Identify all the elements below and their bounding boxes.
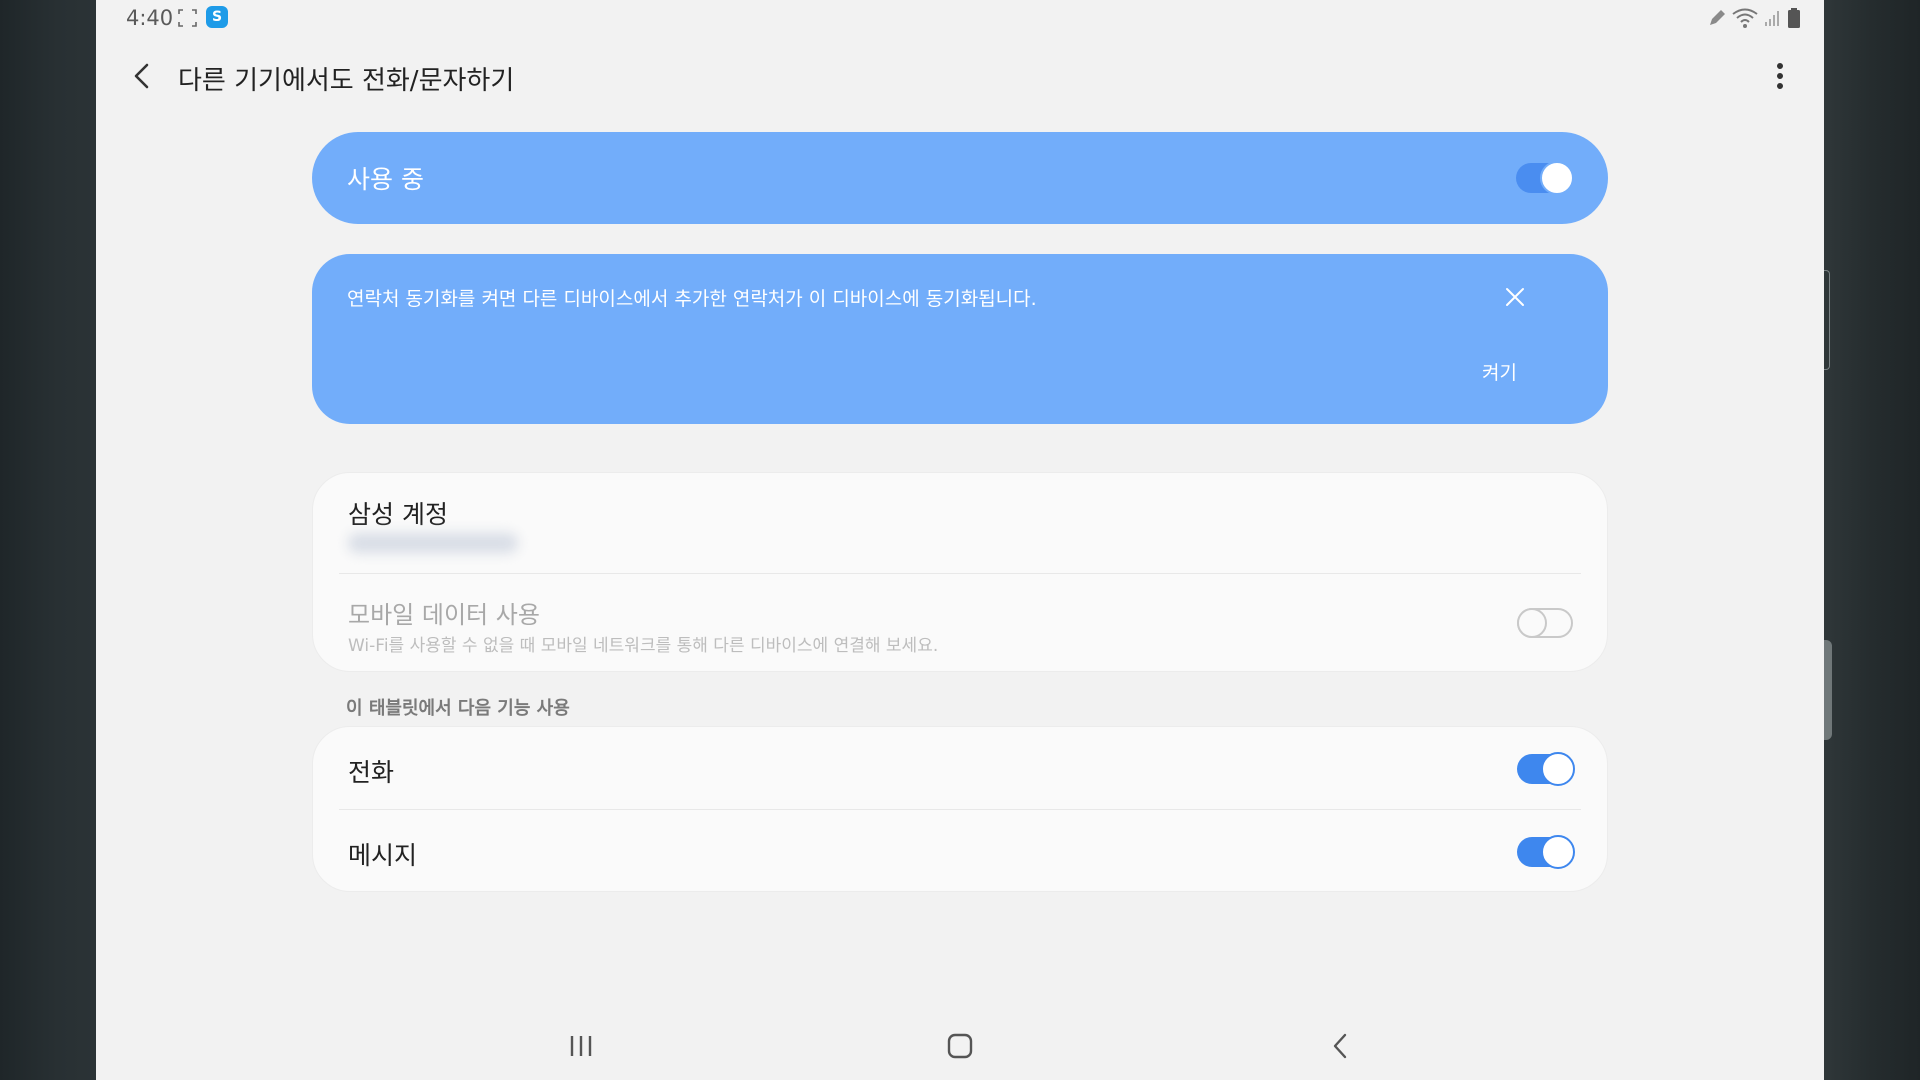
close-icon — [1506, 288, 1524, 306]
back-button[interactable] — [124, 58, 160, 94]
device-bezel-left — [0, 0, 96, 1080]
back-arrow-icon — [134, 63, 149, 89]
mobile-data-row[interactable]: 모바일 데이터 사용 Wi-Fi를 사용할 수 없을 때 모바일 네트워크를 통… — [313, 574, 1609, 673]
screen: 4:40 S 다른 기기에서도 전화/문자하기 사용 중 연락처 동기화를 켜면… — [96, 0, 1824, 1080]
toggle-knob — [1541, 752, 1575, 786]
more-vertical-icon — [1777, 63, 1783, 89]
home-icon — [947, 1033, 973, 1059]
recents-button[interactable] — [561, 1026, 601, 1066]
navigation-bar — [96, 1010, 1824, 1080]
feature-row-messages[interactable]: 메시지 — [313, 810, 1609, 893]
pen-icon — [1708, 9, 1726, 27]
side-key — [1824, 270, 1830, 370]
status-icons — [1708, 6, 1800, 30]
calls-toggle[interactable] — [1517, 752, 1575, 786]
s-app-icon: S — [206, 6, 228, 28]
device-bezel-right — [1824, 0, 1920, 1080]
side-key-lower — [1824, 640, 1832, 740]
messages-toggle[interactable] — [1517, 835, 1575, 869]
notice-turn-on-button[interactable]: 켜기 — [1482, 358, 1517, 385]
mobile-data-title: 모바일 데이터 사용 — [348, 601, 540, 629]
signal-icon — [1764, 9, 1782, 27]
toggle-knob — [1517, 608, 1547, 638]
wifi-icon — [1732, 8, 1758, 28]
mobile-data-toggle[interactable] — [1517, 608, 1573, 638]
feature-label-messages: 메시지 — [348, 841, 418, 870]
toggle-knob — [1541, 835, 1575, 869]
contact-sync-notice: 연락처 동기화를 켜면 다른 디바이스에서 추가한 연락처가 이 디바이스에 동… — [312, 254, 1608, 424]
master-switch-toggle[interactable] — [1516, 161, 1574, 195]
samsung-account-row[interactable]: 삼성 계정 — [313, 473, 1609, 573]
battery-icon — [1788, 8, 1800, 28]
features-card: 전화 메시지 — [312, 726, 1608, 892]
section-header-features: 이 태블릿에서 다음 기능 사용 — [346, 698, 570, 719]
status-time: 4:40 — [126, 6, 174, 30]
screenshot-icon — [178, 8, 197, 27]
account-email-blurred — [348, 533, 518, 553]
page-title: 다른 기기에서도 전화/문자하기 — [178, 66, 515, 96]
nav-back-button[interactable] — [1320, 1026, 1360, 1066]
home-button[interactable] — [940, 1026, 980, 1066]
master-switch-label: 사용 중 — [347, 165, 424, 194]
status-bar: 4:40 S — [96, 0, 1824, 36]
more-options-button[interactable] — [1762, 58, 1798, 94]
app-bar: 다른 기기에서도 전화/문자하기 — [96, 44, 1824, 108]
back-icon — [1333, 1033, 1347, 1059]
samsung-account-title: 삼성 계정 — [348, 500, 448, 529]
feature-label-calls: 전화 — [348, 758, 395, 787]
feature-row-calls[interactable]: 전화 — [313, 727, 1609, 809]
master-switch-card[interactable]: 사용 중 — [312, 132, 1608, 224]
toggle-knob — [1540, 161, 1574, 195]
recents-icon — [570, 1036, 592, 1056]
account-card: 삼성 계정 모바일 데이터 사용 Wi-Fi를 사용할 수 없을 때 모바일 네… — [312, 472, 1608, 672]
notice-close-button[interactable] — [1498, 280, 1532, 314]
mobile-data-subtitle: Wi-Fi를 사용할 수 없을 때 모바일 네트워크를 통해 다른 디바이스에 … — [348, 636, 939, 656]
notice-text: 연락처 동기화를 켜면 다른 디바이스에서 추가한 연락처가 이 디바이스에 동… — [347, 288, 1037, 310]
